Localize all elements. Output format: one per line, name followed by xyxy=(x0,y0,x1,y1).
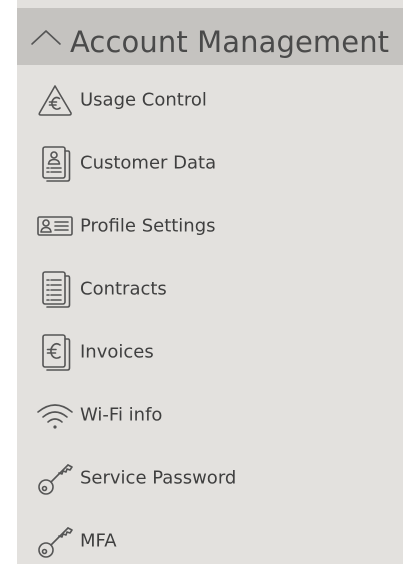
id-card-icon xyxy=(35,206,75,246)
account-management-header[interactable]: Account Management xyxy=(17,8,403,65)
menu-item-wifi-info[interactable]: Wi-Fi info xyxy=(17,383,403,446)
menu-item-label: Invoices xyxy=(80,341,154,362)
menu-item-profile-settings[interactable]: Profile Settings xyxy=(17,194,403,257)
menu-item-contracts[interactable]: Contracts xyxy=(17,257,403,320)
header-title: Account Management xyxy=(70,25,390,59)
menu-item-label: Contracts xyxy=(80,278,167,299)
menu-item-label: Usage Control xyxy=(80,89,207,110)
menu-item-label: MFA xyxy=(80,530,117,551)
menu-item-label: Wi-Fi info xyxy=(80,404,163,425)
menu-item-label: Service Password xyxy=(80,467,237,488)
menu-item-service-password[interactable]: Service Password xyxy=(17,446,403,509)
euro-documents-icon xyxy=(35,332,75,372)
menu-item-mfa[interactable]: MFA xyxy=(17,509,403,564)
menu-item-invoices[interactable]: Invoices xyxy=(17,320,403,383)
menu-item-label: Customer Data xyxy=(80,152,217,173)
account-management-panel: Account Management Usage Control Custome… xyxy=(17,0,403,564)
person-document-icon xyxy=(35,143,75,183)
key-icon xyxy=(35,521,75,561)
documents-icon xyxy=(35,269,75,309)
wifi-icon xyxy=(35,395,75,435)
chevron-up-icon[interactable] xyxy=(29,26,63,48)
key-icon xyxy=(35,458,75,498)
menu-item-usage-control[interactable]: Usage Control xyxy=(17,68,403,131)
menu-item-customer-data[interactable]: Customer Data xyxy=(17,131,403,194)
euro-triangle-icon xyxy=(35,80,75,120)
account-menu: Usage Control Customer Data Profile Sett… xyxy=(17,68,403,564)
menu-item-label: Profile Settings xyxy=(80,215,216,236)
